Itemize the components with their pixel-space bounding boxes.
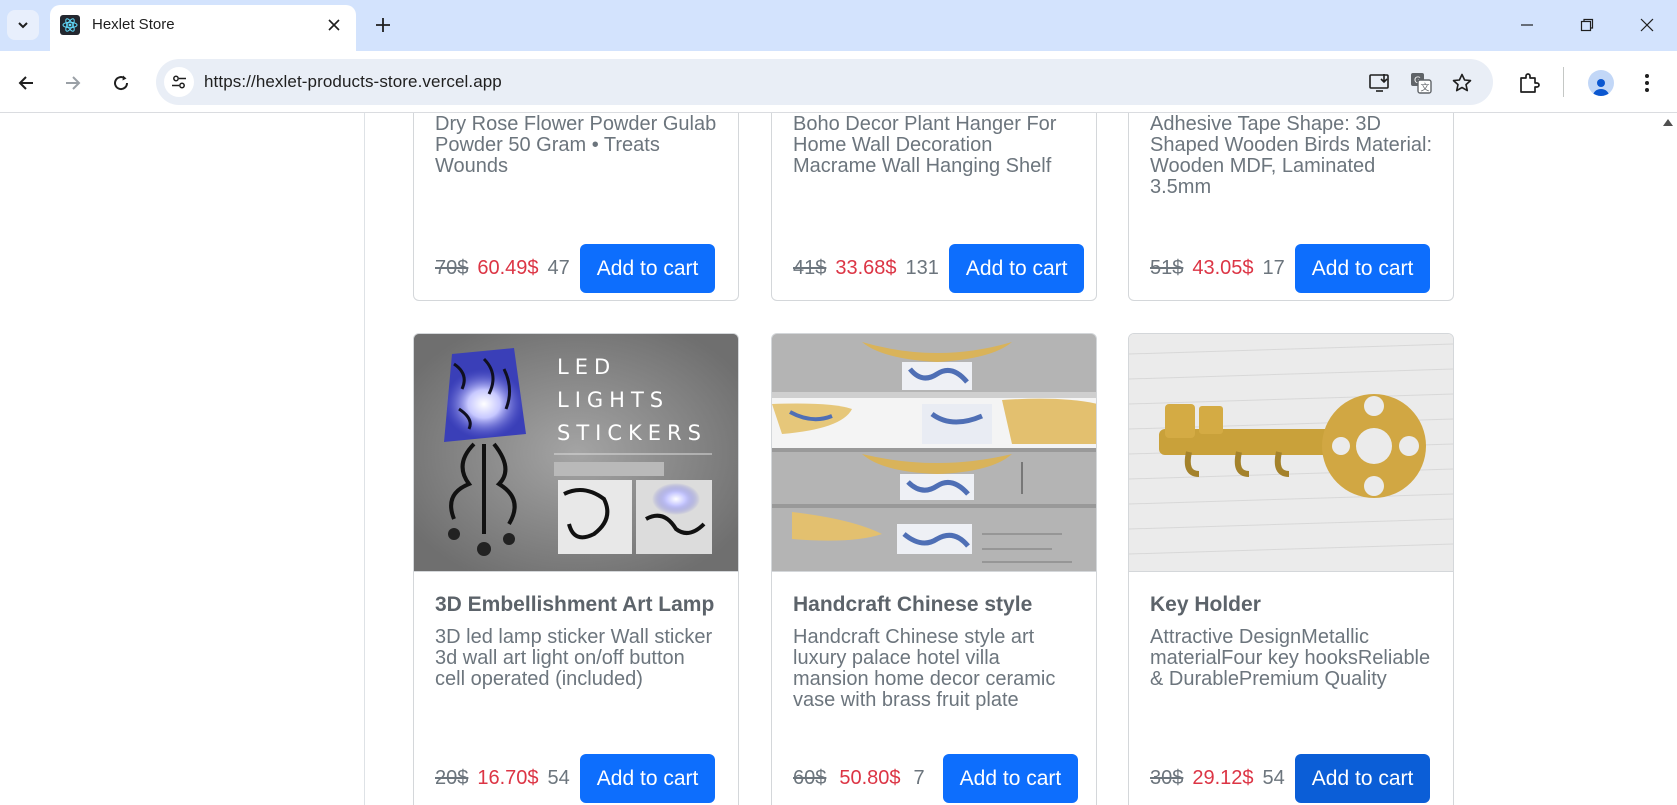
price-row: 70$ 60.49$ 47 Add to cart — [435, 244, 716, 293]
product-description: Boho Decor Plant Hanger For Home Wall De… — [793, 113, 1057, 177]
old-price: 70$ — [435, 257, 469, 279]
product-image[interactable] — [772, 334, 1096, 572]
add-to-cart-button[interactable]: Add to cart — [1294, 754, 1431, 803]
old-price: 41$ — [793, 257, 827, 279]
browser-toolbar: https://hexlet-products-store.vercel.app… — [0, 51, 1677, 113]
product-title: Key Holder — [1150, 593, 1261, 616]
add-to-cart-button[interactable]: Add to cart — [948, 244, 1085, 293]
product-description: Attractive DesignMetallic materialFour k… — [1150, 626, 1431, 690]
product-card: Key Holder Attractive DesignMetallic mat… — [1128, 333, 1454, 805]
site-info-button[interactable] — [164, 67, 194, 97]
image-caption-led: LED — [557, 355, 616, 379]
close-window-button[interactable] — [1625, 8, 1669, 42]
scroll-up-arrow-icon[interactable] — [1663, 119, 1673, 126]
tab-close-button[interactable] — [322, 13, 346, 37]
price-row: 20$ 16.70$ 54 Add to cart — [435, 754, 716, 803]
product-description: Dry Rose Flower Powder Gulab Powder 50 G… — [435, 113, 717, 177]
tune-icon — [172, 75, 186, 89]
stock-count: 47 — [547, 257, 570, 279]
tab-strip: Hexlet Store — [0, 0, 1677, 51]
stock-count: 54 — [1262, 767, 1285, 789]
back-button[interactable] — [9, 66, 43, 100]
restore-button[interactable] — [1565, 8, 1609, 42]
puzzle-icon — [1520, 73, 1540, 93]
price-row: 60$ 50.80$ 7 Add to cart — [793, 754, 1079, 803]
translate-icon: G文 — [1411, 73, 1432, 94]
product-description: Handcraft Chinese style art luxury palac… — [793, 626, 1056, 711]
product-title: Handcraft Chinese style — [793, 593, 1033, 616]
product-card: Dry Rose Flower Powder Gulab Powder 50 G… — [413, 113, 739, 301]
reload-icon — [114, 75, 129, 91]
install-app-button[interactable] — [1366, 69, 1394, 97]
product-card: LED LIGHTS STICKERS 3D Embellishment Art… — [413, 333, 739, 805]
more-vert-icon — [1645, 74, 1649, 92]
old-price: 51$ — [1150, 257, 1184, 279]
page-scrollbar[interactable] — [1660, 113, 1677, 805]
stock-count: 17 — [1262, 257, 1285, 279]
page-viewport: Dry Rose Flower Powder Gulab Powder 50 G… — [0, 113, 1677, 805]
svg-text:文: 文 — [1421, 82, 1430, 94]
product-card: Handcraft Chinese style Handcraft Chines… — [771, 333, 1097, 805]
price-row: 41$ 33.68$ 131 Add to cart — [793, 244, 1085, 293]
translate-button[interactable]: G文 — [1407, 69, 1435, 97]
minimize-button[interactable] — [1505, 8, 1549, 42]
sidebar-divider — [364, 113, 365, 805]
product-card: Boho Decor Plant Hanger For Home Wall De… — [771, 113, 1097, 301]
old-price: 20$ — [435, 767, 469, 789]
add-to-cart-button[interactable]: Add to cart — [942, 754, 1079, 803]
discount-price: 16.70$ — [477, 767, 539, 789]
arrow-right-icon — [66, 76, 81, 90]
add-to-cart-button[interactable]: Add to cart — [1294, 244, 1431, 293]
add-to-cart-button[interactable]: Add to cart — [579, 754, 716, 803]
browser-tab[interactable]: Hexlet Store — [50, 5, 356, 51]
discount-price: 43.05$ — [1192, 257, 1254, 279]
price-row: 30$ 29.12$ 54 Add to cart — [1150, 754, 1431, 803]
close-icon — [328, 19, 340, 31]
url-text[interactable]: https://hexlet-products-store.vercel.app — [204, 72, 502, 92]
discount-price: 29.12$ — [1192, 767, 1254, 789]
discount-price: 60.49$ — [477, 257, 539, 279]
stock-count: 131 — [905, 257, 939, 279]
discount-price: 50.80$ — [839, 767, 901, 789]
add-to-cart-button[interactable]: Add to cart — [579, 244, 716, 293]
stock-count: 7 — [913, 767, 925, 789]
forward-button[interactable] — [56, 66, 90, 100]
chevron-down-icon — [18, 22, 28, 29]
tab-search-button[interactable] — [7, 10, 39, 40]
discount-price: 33.68$ — [835, 257, 897, 279]
product-title: 3D Embellishment Art Lamp — [435, 593, 715, 616]
product-description: 3D led lamp sticker Wall sticker 3d wall… — [435, 626, 713, 690]
toolbar-separator — [1563, 67, 1564, 97]
reload-button[interactable] — [104, 66, 138, 100]
new-tab-button[interactable] — [368, 10, 398, 40]
image-caption-stickers: STICKERS — [557, 421, 707, 445]
plus-icon — [376, 18, 390, 32]
image-caption-lights: LIGHTS — [557, 388, 669, 412]
profile-button[interactable] — [1584, 66, 1618, 100]
browser-menu-button[interactable] — [1630, 66, 1664, 100]
avatar-icon — [1588, 70, 1614, 96]
product-image[interactable] — [1129, 334, 1453, 572]
product-card: Adhesive Tape Shape: 3D Shaped Wooden Bi… — [1128, 113, 1454, 301]
restore-icon — [1580, 18, 1594, 32]
install-app-icon — [1369, 74, 1389, 92]
extensions-button[interactable] — [1512, 66, 1546, 100]
minimize-icon — [1521, 24, 1533, 26]
product-description: Adhesive Tape Shape: 3D Shaped Wooden Bi… — [1150, 113, 1433, 198]
address-bar[interactable]: https://hexlet-products-store.vercel.app… — [156, 59, 1493, 105]
price-row: 51$ 43.05$ 17 Add to cart — [1150, 244, 1431, 293]
old-price: 30$ — [1150, 767, 1184, 789]
bookmark-star-button[interactable] — [1448, 69, 1476, 97]
star-icon — [1452, 73, 1472, 92]
arrow-left-icon — [18, 76, 33, 90]
react-logo-icon — [60, 15, 80, 35]
product-image[interactable]: LED LIGHTS STICKERS — [414, 334, 738, 572]
stock-count: 54 — [547, 767, 570, 789]
tab-title: Hexlet Store — [92, 16, 175, 33]
old-price: 60$ — [793, 767, 827, 789]
close-icon — [1640, 18, 1654, 32]
